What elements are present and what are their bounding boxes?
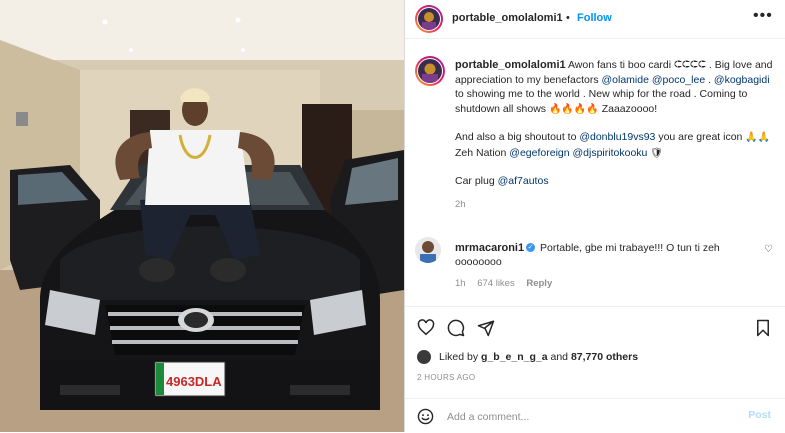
more-options-icon[interactable]: ••• (753, 7, 773, 25)
fire-emojis: 🔥🔥🔥🔥 (548, 103, 599, 115)
comment-time[interactable]: 1h (455, 278, 466, 289)
caption-avatar-ring[interactable] (415, 56, 445, 86)
mention-olamide[interactable]: @olamide (602, 74, 649, 86)
comment-icon[interactable] (447, 319, 465, 342)
emoji-smiley-icon[interactable] (417, 408, 434, 430)
action-bar (405, 306, 785, 347)
post-image: 4963DLA (0, 0, 404, 432)
likes-count[interactable]: 87,770 others (571, 351, 638, 363)
post-comment-button[interactable]: Post (748, 409, 771, 421)
reply-button[interactable]: Reply (526, 278, 552, 289)
mention-djspiritokooku[interactable]: @djspiritokooku (573, 147, 648, 159)
caption-timestamp[interactable]: 2h (455, 198, 775, 213)
post-details-panel: portable_omolalomi1 • Follow ••• portabl… (404, 0, 785, 432)
shoutout-suffix: you are great icon (658, 131, 743, 143)
comment-likes[interactable]: 674 likes (477, 278, 515, 289)
post-header: portable_omolalomi1 • Follow ••• (405, 0, 785, 39)
separator-dot: • (566, 12, 570, 24)
likes-and: and (550, 351, 569, 363)
add-comment-bar: Post (405, 398, 785, 433)
author-avatar[interactable] (418, 8, 440, 30)
bookmark-icon[interactable] (755, 319, 771, 342)
mention-af7autos[interactable]: @af7autos (498, 175, 549, 187)
mention-poco-lee[interactable]: @poco_lee (652, 74, 705, 86)
comment-meta: 1h 674 likes Reply (455, 278, 561, 289)
verified-badge-icon: ✓ (526, 243, 536, 253)
send-icon[interactable] (477, 319, 495, 342)
plate-number: 4963DLA (166, 374, 222, 389)
caption-avatar[interactable] (418, 59, 442, 83)
zeh-nation-text: Zeh Nation (455, 146, 507, 159)
shield-emoji: 🛡 (650, 147, 663, 159)
post-photo[interactable]: 4963DLA (0, 0, 404, 432)
add-comment-input[interactable] (445, 407, 729, 427)
comment-like-icon[interactable]: ♡ (764, 244, 773, 255)
liked-by-label: Liked by (439, 351, 479, 363)
heart-icon[interactable] (417, 319, 435, 341)
mention-kogbagidi[interactable]: @kogbagidi (714, 74, 770, 86)
follow-button[interactable]: Follow (577, 12, 612, 24)
liker-avatar[interactable] (417, 350, 431, 364)
car-plug-text: Car plug (455, 175, 495, 187)
story-ring[interactable] (415, 5, 443, 33)
shoutout-prefix: And also a big shoutout to (455, 131, 577, 143)
commenter-username[interactable]: mrmacaroni1 (455, 242, 524, 254)
post-timestamp[interactable]: 2 HOURS AGO (417, 373, 475, 382)
caption-text: portable_omolalomi1 Awon fans ti boo car… (455, 58, 775, 212)
mention-donblu19vs93[interactable]: @donblu19vs93 (579, 131, 655, 143)
author-username[interactable]: portable_omolalomi1 (452, 12, 563, 24)
caption-username[interactable]: portable_omolalomi1 (455, 59, 566, 71)
commenter-avatar[interactable] (415, 237, 441, 263)
pray-emojis: 🙏🙏 (745, 132, 771, 143)
comment-body: mrmacaroni1 ✓ Portable, gbe mi trabaye!!!… (455, 241, 755, 269)
mention-egeforeign[interactable]: @egeforeign (509, 147, 569, 159)
caption-line-3: Zaaazoooo! (601, 102, 658, 115)
liker-username[interactable]: g_b_e_n_g_a (481, 351, 548, 363)
